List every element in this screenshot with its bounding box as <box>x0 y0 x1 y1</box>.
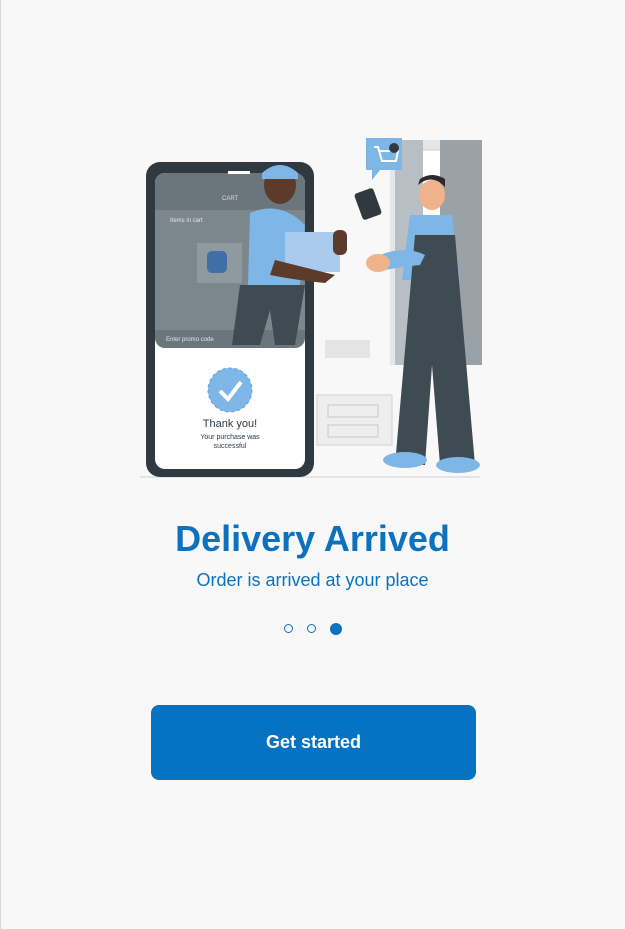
onboarding-subtitle: Order is arrived at your place <box>196 570 429 590</box>
get-started-button[interactable]: Get started <box>151 705 476 780</box>
delivery-illustration: CART Items in cart Enter promo code Than… <box>140 135 485 480</box>
page-dot-2[interactable] <box>306 624 316 633</box>
svg-text:successful: successful <box>214 443 247 450</box>
svg-text:Thank you!: Thank you! <box>203 418 257 430</box>
svg-text:Items in cart: Items in cart <box>170 218 203 224</box>
svg-text:Enter promo code: Enter promo code <box>166 337 214 343</box>
page-indicator <box>0 623 625 635</box>
window-edge <box>0 0 1 929</box>
page-dot-1[interactable] <box>283 624 293 633</box>
svg-text:CART: CART <box>222 196 239 202</box>
onboarding-title: Delivery Arrived <box>175 518 450 559</box>
svg-text:Your purchase was: Your purchase was <box>200 434 260 441</box>
page-dot-3-active[interactable] <box>329 623 342 635</box>
